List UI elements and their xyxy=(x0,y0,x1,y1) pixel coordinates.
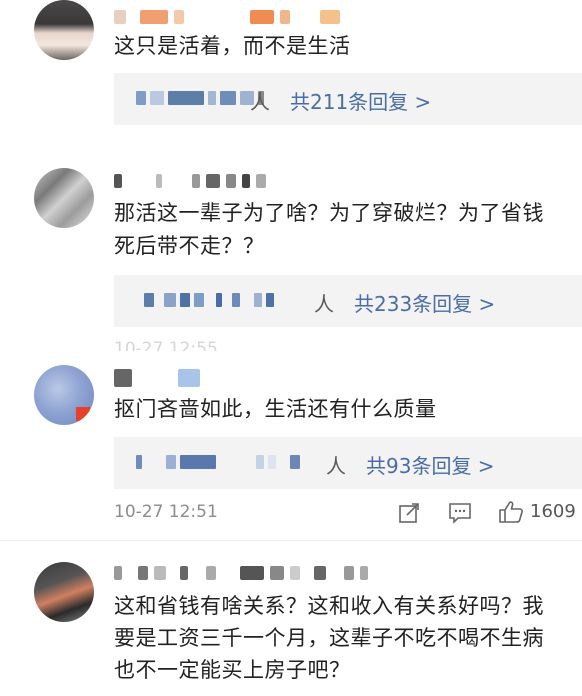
comment-timestamp: 10-27 12:51 xyxy=(114,502,218,522)
avatar[interactable] xyxy=(34,562,94,622)
comment-item: 这和省钱有啥关系？这和收入有关系好吗？我 要是工资三千一个月，这辈子不吃不喝不生… xyxy=(0,558,582,696)
reply-users-blurred xyxy=(144,293,274,307)
divider xyxy=(0,540,582,541)
reply-summary[interactable]: 人 共211条回复 > xyxy=(114,73,582,125)
comment-item: 抠门吝啬如此，生活还有什么质量 人 共93条回复 > 10-27 12:51 1… xyxy=(0,365,582,540)
username-blurred[interactable] xyxy=(114,564,368,582)
avatar[interactable] xyxy=(34,0,94,60)
reply-people-label: 人 xyxy=(314,292,334,316)
share-icon[interactable] xyxy=(398,502,420,528)
comment-text-line: 这和省钱有啥关系？这和收入有关系好吗？我 xyxy=(114,594,544,618)
comment-text-line: 要是工资三千一个月，这辈子不吃不喝不生病 xyxy=(114,626,544,650)
like-count: 1609 xyxy=(530,501,576,522)
comment-item: 那活这一辈子为了啥？为了穿破烂？为了省钱 死后带不走？？ 人 共233条回复 >… xyxy=(0,165,582,360)
avatar[interactable] xyxy=(34,168,94,228)
reply-summary[interactable]: 人 共93条回复 > xyxy=(114,437,582,489)
avatar[interactable] xyxy=(34,365,94,425)
username-blurred[interactable] xyxy=(114,8,340,26)
reply-people-label: 人 xyxy=(250,90,270,114)
comment-meta-row: 10-27 12:51 1609 xyxy=(0,498,582,528)
reply-summary[interactable]: 人 共233条回复 > xyxy=(114,275,582,327)
comment-text-line: 也不一定能买上房子吧？ xyxy=(114,658,351,682)
comment-item: 这只是活着，而不是生活 人 共211条回复 > xyxy=(0,0,582,140)
reply-users-blurred xyxy=(136,91,264,105)
avatar-badge xyxy=(76,407,90,421)
username-blurred[interactable] xyxy=(114,172,266,190)
view-replies-link[interactable]: 共93条回复 > xyxy=(366,450,495,479)
comment-text-line: 那活这一辈子为了啥？为了穿破烂？为了省钱 xyxy=(114,201,544,225)
comment-meta-row: 10-27 12:55 xyxy=(0,337,582,351)
comment-text: 抠门吝啬如此，生活还有什么质量 xyxy=(114,397,437,421)
comment-timestamp: 10-27 12:55 xyxy=(114,339,218,351)
view-replies-link[interactable]: 共233条回复 > xyxy=(354,288,495,317)
username-blurred[interactable] xyxy=(114,369,200,387)
reply-users-blurred xyxy=(136,455,300,469)
thumb-up-icon[interactable] xyxy=(498,500,524,528)
comment-text-line: 死后带不走？？ xyxy=(114,234,265,258)
comment-icon[interactable] xyxy=(448,502,472,528)
view-replies-link[interactable]: 共211条回复 > xyxy=(290,86,431,115)
reply-people-label: 人 xyxy=(326,454,346,478)
comment-text: 这只是活着，而不是生活 xyxy=(114,34,351,58)
